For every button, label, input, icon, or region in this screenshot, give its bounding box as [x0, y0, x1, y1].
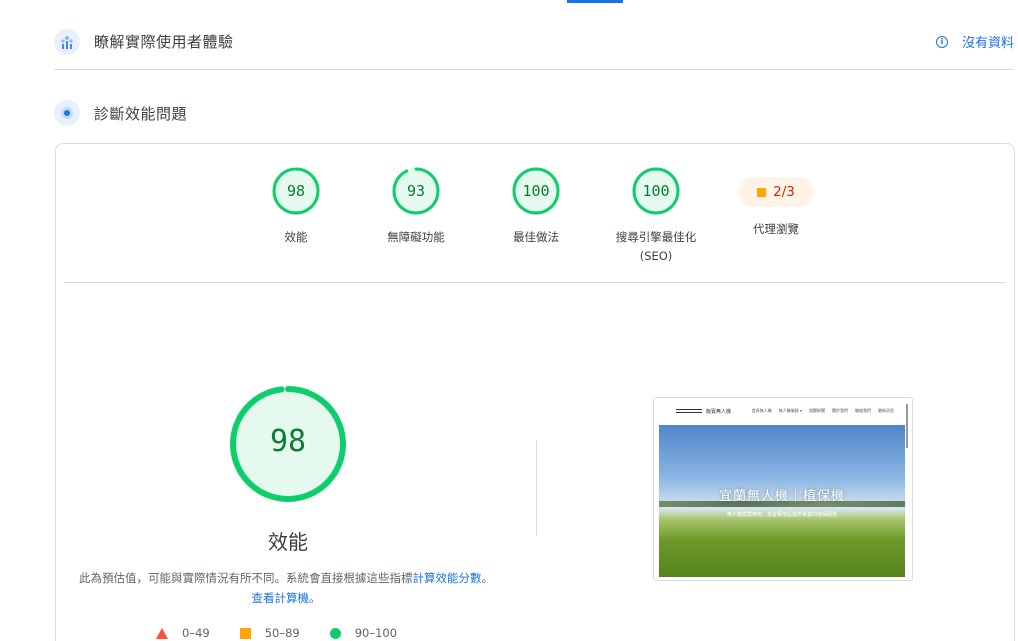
gauge-label-line2: (SEO)	[639, 249, 673, 263]
no-data-link[interactable]: i 沒有資料	[935, 32, 1014, 51]
gauge-label: 代理瀏覽	[753, 222, 799, 236]
disclaimer-sep: 。	[481, 571, 494, 585]
category-gauges: 98 效能 93 無障礙功能 100 最佳做法 100 搜尋引擎最佳化 (SEO…	[56, 166, 1014, 276]
average-square-icon	[757, 187, 767, 197]
legend-range: 0–49	[182, 626, 210, 640]
gauge-label: 效能	[284, 230, 308, 244]
main-score: 98	[269, 424, 307, 459]
calc-score-link[interactable]: 計算效能分數	[413, 571, 482, 585]
gauge-accessibility[interactable]: 93 無障礙功能	[366, 166, 466, 247]
screenshot-hero-image: 宜蘭無人機｜植保機 無人機農業應用，為宜蘭地區提供專業的植保服務	[659, 425, 905, 577]
users-icon	[54, 28, 80, 55]
no-data-label: 沒有資料	[961, 36, 1014, 51]
screenshot-menu-item: 聯絡我們	[855, 408, 871, 413]
pwa-score: 2/3	[773, 184, 795, 200]
gauge-seo[interactable]: 100 搜尋引擎最佳化 (SEO)	[606, 166, 706, 266]
score-disclaimer: 此為預估值，可能與實際情況有所不同。系統會直接根據這些指標計算效能分數。查看計算…	[76, 568, 496, 608]
report-card: 98 效能 93 無障礙功能 100 最佳做法 100 搜尋引擎最佳化 (SEO…	[55, 143, 1015, 641]
screenshot-site-name: 飯賓無人機	[706, 408, 732, 415]
gauge-score: 100	[642, 182, 670, 200]
field-data-section: 瞭解實際使用者體驗 i 沒有資料	[54, 14, 1014, 70]
screenshot-menu-item: 最新消息	[878, 408, 894, 413]
section-title-experience: 瞭解實際使用者體驗	[94, 33, 234, 51]
divider	[64, 282, 1006, 283]
legend-range: 50–89	[264, 626, 300, 640]
screenshot-menu-item: 無人機服務 ▾	[778, 408, 802, 413]
gauge-label-line1: 搜尋引擎最佳化	[615, 230, 697, 244]
main-title: 效能	[268, 530, 308, 554]
legend-fail: 0–49	[156, 626, 210, 640]
pwa-badge: 2/3	[739, 177, 813, 207]
performance-main-gauge: 98	[228, 384, 348, 504]
lab-data-section: 診斷效能問題	[54, 88, 1014, 138]
final-screenshot[interactable]: 飯賓無人機 首頁無人機 無人機服務 ▾ 相關新聞 關於我們 聯絡我們 最新消息 …	[653, 397, 913, 581]
legend-average: 50–89	[239, 626, 300, 640]
flash-icon	[54, 100, 80, 126]
score-legend: 0–49 50–89 90–100	[156, 626, 427, 640]
gauge-score: 100	[522, 182, 550, 200]
gauge-score: 93	[406, 182, 426, 200]
gauge-pwa[interactable]: 2/3 代理瀏覽	[726, 166, 826, 239]
screenshot-headline: 宜蘭無人機｜植保機	[718, 489, 845, 504]
square-icon	[239, 627, 251, 639]
gauge-best-practices[interactable]: 100 最佳做法	[486, 166, 586, 247]
legend-range: 90–100	[354, 626, 398, 640]
disclaimer-text: 此為預估值，可能與實際情況有所不同。系統會直接根據這些指標	[79, 571, 413, 585]
circle-icon	[329, 627, 341, 639]
vertical-separator	[536, 440, 537, 536]
screenshot-menu: 首頁無人機 無人機服務 ▾ 相關新聞 關於我們 聯絡我們 最新消息	[745, 408, 894, 414]
gauge-label: 無障礙功能	[387, 230, 445, 244]
info-icon: i	[935, 35, 948, 48]
screenshot-scrollbar	[906, 404, 908, 448]
gauge-label: 最佳做法	[513, 230, 559, 244]
gauge-performance[interactable]: 98 效能	[246, 166, 346, 247]
screenshot-menu-item: 首頁無人機	[751, 408, 772, 413]
active-tab-indicator	[567, 0, 623, 3]
screenshot-menu-item: 關於我們	[832, 408, 848, 413]
section-title-diagnose: 診斷效能問題	[94, 104, 188, 123]
screenshot-menu-item: 相關新聞	[809, 408, 825, 413]
legend-pass: 90–100	[329, 626, 398, 640]
screenshot-subline: 無人機農業應用，為宜蘭地區提供專業的植保服務	[726, 512, 837, 518]
drone-icon	[676, 409, 702, 413]
calculator-link[interactable]: 查看計算機	[252, 591, 310, 605]
gauge-score: 98	[286, 182, 306, 200]
screenshot-nav: 飯賓無人機 首頁無人機 無人機服務 ▾ 相關新聞 關於我們 聯絡我們 最新消息	[654, 398, 912, 424]
disclaimer-end: 。	[309, 591, 321, 605]
triangle-icon	[156, 627, 168, 639]
screenshot-logo: 飯賓無人機	[676, 408, 731, 415]
gauge-label: 搜尋引擎最佳化 (SEO)	[606, 228, 706, 266]
